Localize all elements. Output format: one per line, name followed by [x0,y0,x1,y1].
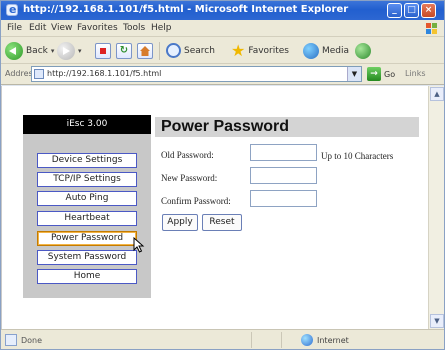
search-button[interactable]: Search [166,41,215,60]
home-button[interactable] [137,41,153,60]
address-dropdown-icon[interactable]: ▼ [347,67,361,81]
windows-logo-icon [426,23,437,34]
history-icon [355,42,371,59]
history-button[interactable] [355,41,371,60]
forward-button[interactable]: ▾ [57,41,82,60]
apply-button[interactable]: Apply [162,214,198,231]
go-label: Go [384,69,396,79]
media-icon [303,42,319,59]
menu-bar: File Edit View Favorites Tools Help [1,20,444,37]
home-icon [137,42,153,59]
confirm-password-input[interactable] [250,190,317,207]
minimize-button[interactable]: _ [387,3,402,18]
maximize-button[interactable]: □ [404,3,419,18]
menu-help[interactable]: Help [151,23,172,33]
address-input[interactable]: http://192.168.1.101/f5.html ▼ [31,66,362,82]
password-length-hint: Up to 10 Characters [321,151,394,161]
go-button[interactable]: → Go [367,66,395,82]
scroll-down-icon[interactable]: ▼ [430,314,444,328]
nav-tcpip-settings[interactable]: TCP/IP Settings [37,172,137,187]
chevron-down-icon: ▾ [78,46,82,55]
address-url: http://192.168.1.101/f5.html [47,69,162,78]
links-button[interactable]: Links [405,69,426,78]
status-text: Done [21,335,43,345]
old-password-input[interactable] [250,144,317,161]
browser-window: http://192.168.1.101/f5.html - Microsoft… [0,0,445,350]
star-icon: ★ [231,40,246,60]
toolbar-separator [159,41,160,60]
globe-icon [301,334,313,346]
sidebar-title: iEsc 3.00 [23,115,151,134]
search-label: Search [184,45,215,56]
media-button[interactable]: Media [303,41,349,60]
status-bar: Done Internet [1,329,444,349]
refresh-icon: ↻ [116,42,132,59]
menu-tools[interactable]: Tools [123,23,145,33]
back-button[interactable]: Back ▾ [5,41,54,60]
stop-button[interactable] [95,41,111,60]
status-divider [281,332,282,348]
stop-icon [95,42,111,59]
page-icon [34,69,44,79]
favorites-button[interactable]: ★ Favorites [231,41,289,60]
new-password-input[interactable] [250,167,317,184]
media-label: Media [322,45,350,56]
page-title: Power Password [155,117,419,137]
refresh-button[interactable]: ↻ [116,41,132,60]
toolbar: Back ▾ ▾ ↻ Search ★ Favorites Media [1,37,444,64]
title-bar: http://192.168.1.101/f5.html - Microsoft… [1,1,444,20]
zone-text: Internet [317,335,349,345]
ie-logo-icon [6,3,18,16]
back-arrow-icon [5,41,23,60]
search-icon [166,43,181,58]
menu-edit[interactable]: Edit [29,23,46,33]
mouse-pointer-icon [133,237,145,253]
security-zone: Internet [301,333,349,347]
old-password-label: Old Password: [161,150,214,160]
close-button[interactable]: × [421,3,436,18]
status-divider [251,332,252,348]
confirm-password-label: Confirm Password: [161,196,231,206]
back-label: Back [26,45,48,56]
chevron-down-icon: ▾ [50,46,55,55]
nav-power-password[interactable]: Power Password [37,231,137,246]
window-title: http://192.168.1.101/f5.html - Microsoft… [23,4,349,15]
reset-button[interactable]: Reset [202,214,242,231]
new-password-label: New Password: [161,173,218,183]
nav-heartbeat[interactable]: Heartbeat [37,211,137,226]
nav-system-password[interactable]: System Password [37,250,137,265]
favorites-label: Favorites [248,45,289,56]
menu-view[interactable]: View [51,23,72,33]
nav-device-settings[interactable]: Device Settings [37,153,137,168]
vertical-scrollbar[interactable]: ▲ ▼ [428,86,444,329]
go-arrow-icon: → [367,67,381,81]
status-message: Done [5,334,42,346]
nav-auto-ping[interactable]: Auto Ping [37,191,137,206]
address-bar: Address http://192.168.1.101/f5.html ▼ →… [1,64,444,85]
sidebar: iEsc 3.00 Device Settings TCP/IP Setting… [23,115,151,298]
forward-arrow-icon [57,41,75,60]
nav-home[interactable]: Home [37,269,137,284]
scroll-up-icon[interactable]: ▲ [430,87,444,101]
menu-file[interactable]: File [7,23,22,33]
menu-favorites[interactable]: Favorites [77,23,118,33]
page-done-icon [5,334,17,346]
